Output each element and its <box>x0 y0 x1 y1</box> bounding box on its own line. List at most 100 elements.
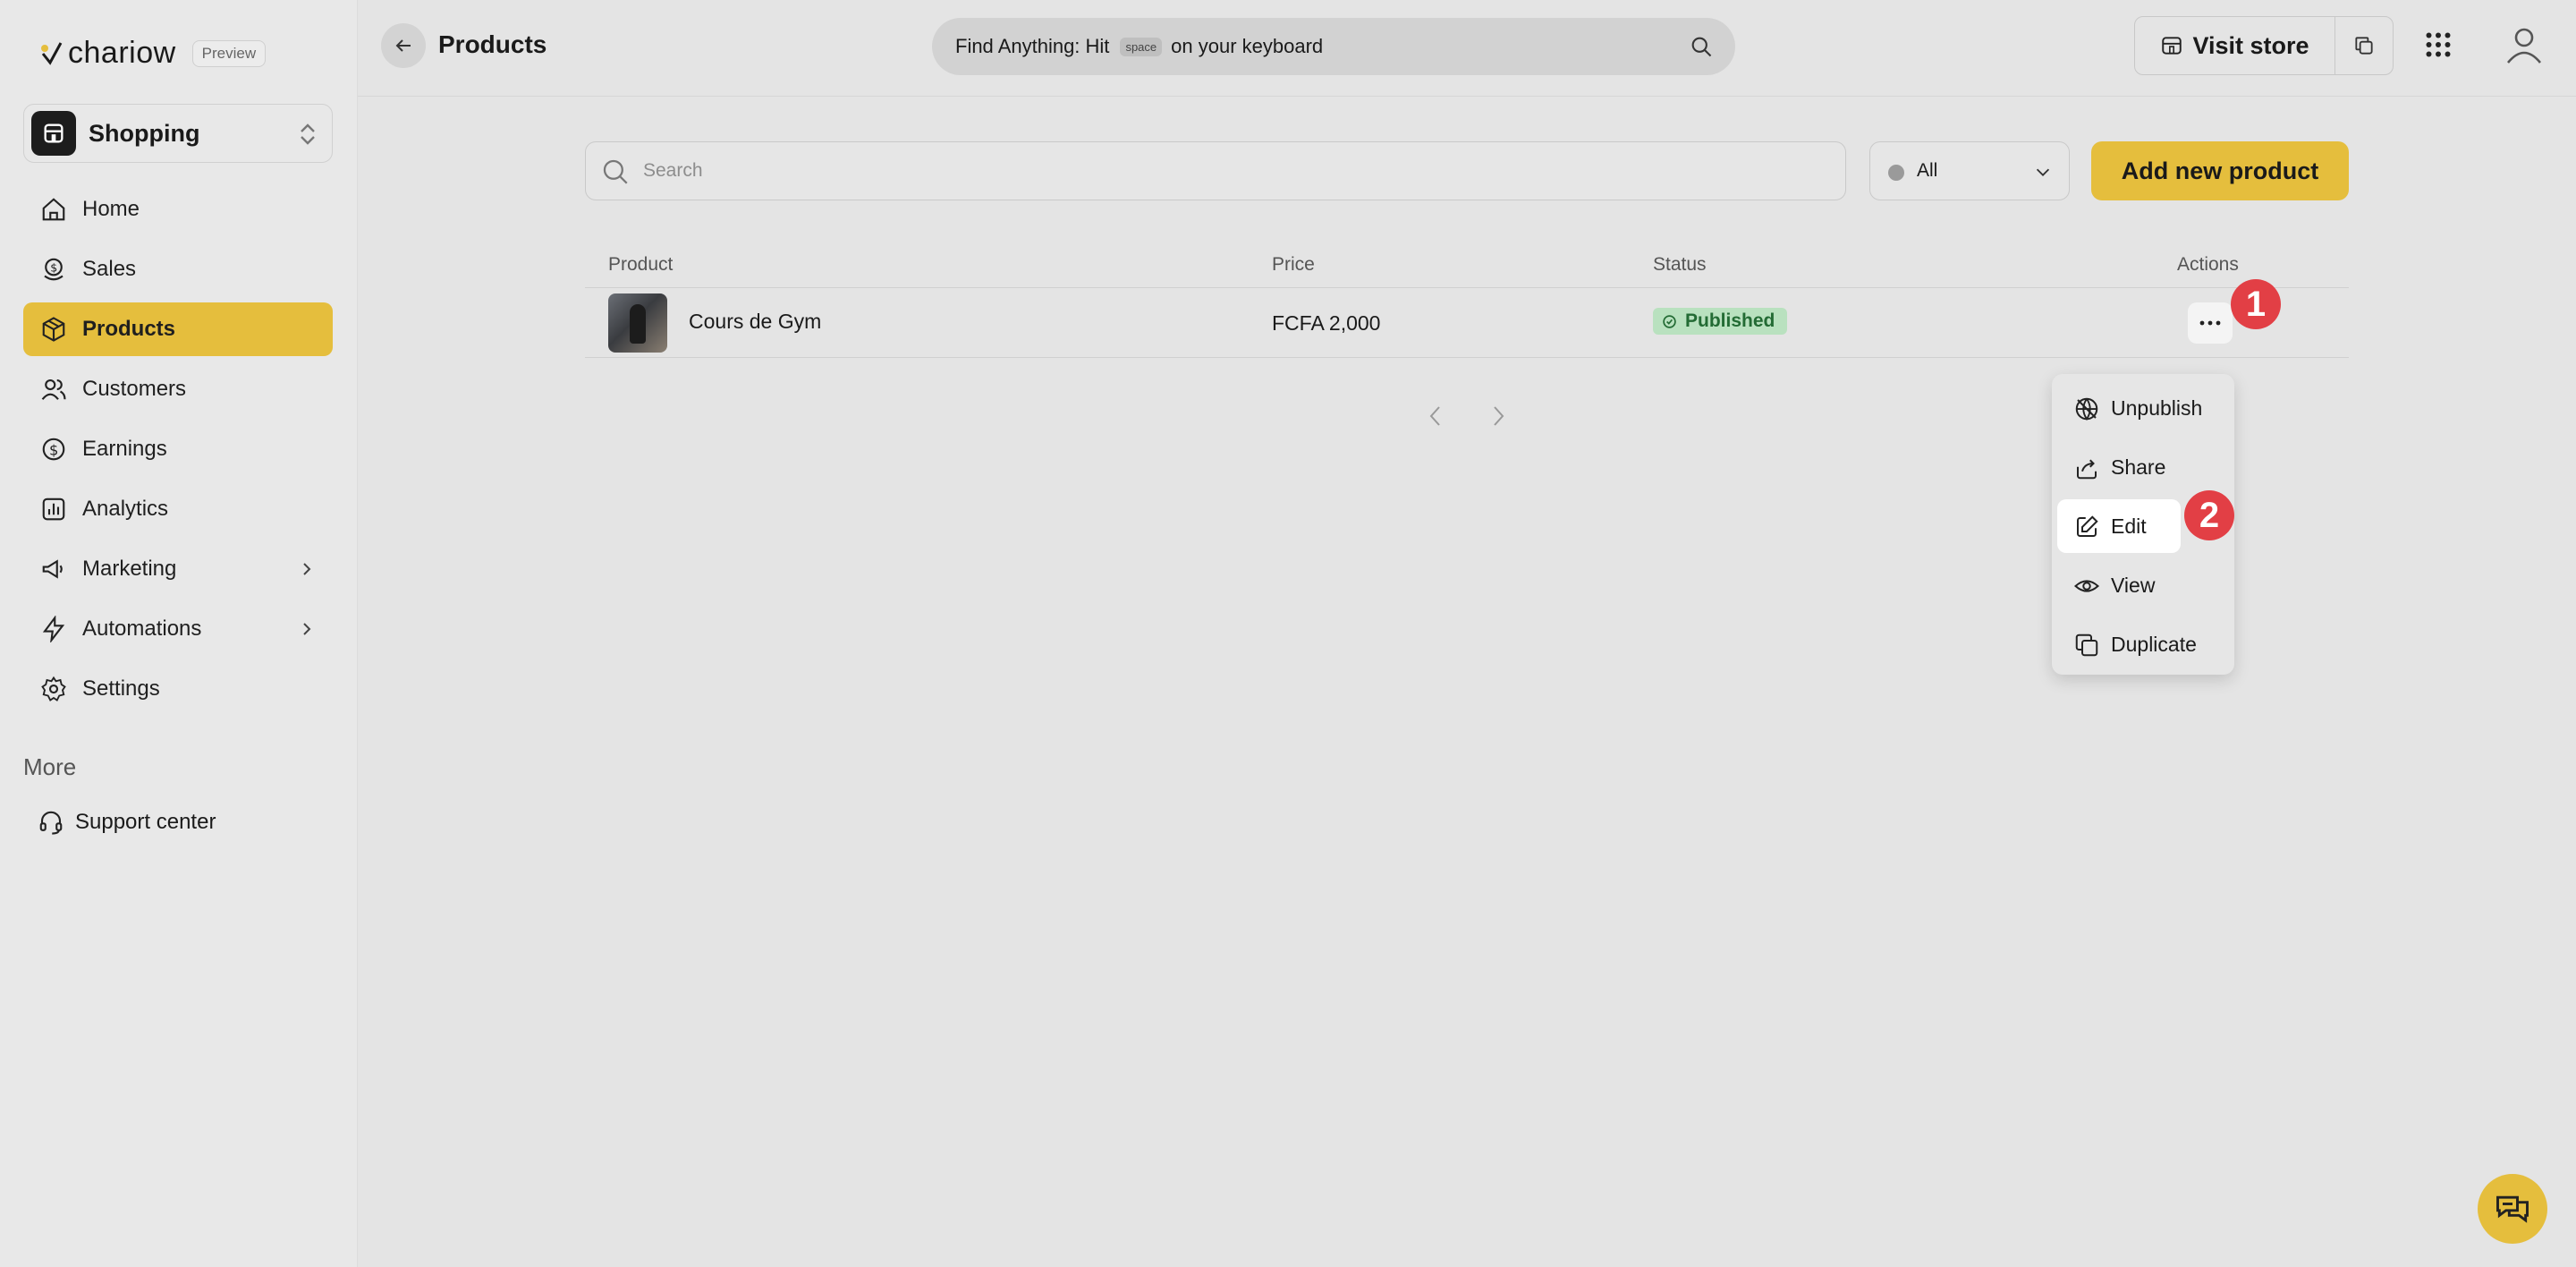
sidebar-item-earnings[interactable]: $ Earnings <box>23 422 333 476</box>
product-thumbnail <box>608 293 667 353</box>
sidebar-item-sales[interactable]: $ Sales <box>23 242 333 296</box>
chevron-left-icon <box>1429 406 1440 426</box>
storefront-icon <box>2160 34 2183 57</box>
app-window: chariow Preview Shopping Home $ Sales Pr… <box>0 0 2576 1267</box>
home-icon <box>39 195 68 224</box>
table-row[interactable]: Cours de Gym FCFA 2,000 Published <box>585 288 2349 358</box>
visit-store-button[interactable]: Visit store <box>2135 17 2335 74</box>
more-horizontal-icon <box>2199 320 2221 326</box>
product-price: FCFA 2,000 <box>1272 311 1381 335</box>
chevron-up-down-icon <box>296 121 319 148</box>
visit-store-group: Visit store <box>2134 16 2394 75</box>
svg-text:$: $ <box>49 441 58 458</box>
column-header-price: Price <box>1272 254 1315 275</box>
copy-link-button[interactable] <box>2335 17 2393 74</box>
sidebar-item-products[interactable]: Products <box>23 302 333 356</box>
product-search-input[interactable]: Search <box>585 141 1846 200</box>
status-badge: Published <box>1653 308 1788 335</box>
apps-grid-button[interactable] <box>2422 29 2454 61</box>
sidebar-item-home[interactable]: Home <box>23 183 333 236</box>
menu-item-label: Unpublish <box>2111 395 2203 420</box>
find-anything-bar[interactable]: Find Anything: Hit space on your keyboar… <box>932 18 1735 75</box>
megaphone-icon <box>39 555 68 583</box>
menu-item-unpublish[interactable]: Unpublish <box>2057 381 2229 435</box>
bar-chart-icon <box>39 495 68 523</box>
pagination-next-button[interactable] <box>1488 403 1508 429</box>
more-section-label: More <box>23 753 77 780</box>
page-title: Products <box>438 30 547 58</box>
menu-item-label: Edit <box>2111 514 2147 538</box>
menu-item-share[interactable]: Share <box>2057 440 2229 494</box>
column-header-actions: Actions <box>2177 254 2239 275</box>
support-center-link[interactable]: Support center <box>38 809 216 836</box>
search-placeholder: Search <box>643 160 703 181</box>
menu-item-edit[interactable]: Edit <box>2057 499 2181 553</box>
menu-item-label: View <box>2111 573 2156 597</box>
dollar-circle-icon: $ <box>39 435 68 463</box>
users-icon <box>39 375 68 404</box>
chevron-down-icon <box>2033 162 2053 182</box>
user-icon <box>2506 28 2542 64</box>
coins-icon: $ <box>39 255 68 284</box>
gear-icon <box>39 675 68 703</box>
headset-icon <box>38 809 64 836</box>
find-suffix: on your keyboard <box>1171 35 1324 57</box>
filter-value: All <box>1917 160 1938 181</box>
search-icon <box>1689 34 1714 59</box>
menu-item-duplicate[interactable]: Duplicate <box>2057 617 2229 671</box>
status-text: Published <box>1685 310 1775 331</box>
brand-name: chariow <box>68 36 176 70</box>
chariow-logo-icon <box>39 39 64 68</box>
sidebar-item-label: Sales <box>82 257 137 281</box>
chevron-right-icon <box>301 620 313 638</box>
svg-text:$: $ <box>50 261 57 275</box>
brand-logo[interactable]: chariow Preview <box>39 36 267 71</box>
sidebar-item-label: Marketing <box>82 557 177 581</box>
menu-item-view[interactable]: View <box>2057 558 2229 612</box>
arrow-left-icon <box>395 39 411 52</box>
status-filter-select[interactable]: All <box>1869 141 2070 200</box>
support-center-label: Support center <box>75 810 216 834</box>
column-header-product: Product <box>608 254 674 275</box>
storefront-icon <box>31 111 76 156</box>
sidebar-item-marketing[interactable]: Marketing <box>23 542 333 596</box>
edit-icon <box>2073 514 2100 540</box>
sidebar-item-customers[interactable]: Customers <box>23 362 333 416</box>
sidebar-item-settings[interactable]: Settings <box>23 662 333 716</box>
table-header: Product Price Status Actions <box>585 252 2349 288</box>
chevron-right-icon <box>1494 406 1504 426</box>
chat-bubbles-icon <box>2496 1195 2529 1223</box>
copy-icon <box>2355 37 2373 55</box>
copy-icon <box>2073 632 2100 659</box>
sidebar-item-label: Earnings <box>82 437 167 461</box>
find-prefix: Find Anything: Hit <box>955 35 1110 57</box>
share-icon <box>2073 455 2100 481</box>
menu-item-label: Duplicate <box>2111 632 2197 656</box>
store-name: Shopping <box>89 119 200 147</box>
preview-badge: Preview <box>191 39 267 67</box>
keyboard-hint: space <box>1120 37 1163 56</box>
status-dot <box>1888 165 1904 181</box>
user-menu-button[interactable] <box>2503 23 2546 66</box>
row-actions-button[interactable] <box>2188 302 2233 344</box>
step-marker-2: 2 <box>2184 490 2234 540</box>
product-name: Cours de Gym <box>689 310 822 333</box>
pagination-prev-button[interactable] <box>1426 403 1445 429</box>
sidebar-item-label: Automations <box>82 616 202 641</box>
lightning-icon <box>39 615 68 643</box>
sidebar: chariow Preview Shopping Home $ Sales Pr… <box>0 0 358 1267</box>
package-icon <box>39 315 68 344</box>
sidebar-item-analytics[interactable]: Analytics <box>23 482 333 536</box>
sidebar-item-label: Settings <box>82 676 160 701</box>
eye-icon <box>2073 573 2100 599</box>
store-switcher[interactable]: Shopping <box>23 104 333 163</box>
add-new-product-button[interactable]: Add new product <box>2091 141 2349 200</box>
check-circle-icon <box>1662 314 1677 329</box>
grid-icon <box>2426 32 2451 57</box>
support-chat-button[interactable] <box>2478 1174 2547 1244</box>
top-bar: Products Find Anything: Hit space on you… <box>358 0 2576 97</box>
sidebar-item-automations[interactable]: Automations <box>23 602 333 656</box>
column-header-status: Status <box>1653 254 1707 275</box>
step-marker-1: 1 <box>2231 279 2281 329</box>
back-button[interactable] <box>381 23 426 68</box>
